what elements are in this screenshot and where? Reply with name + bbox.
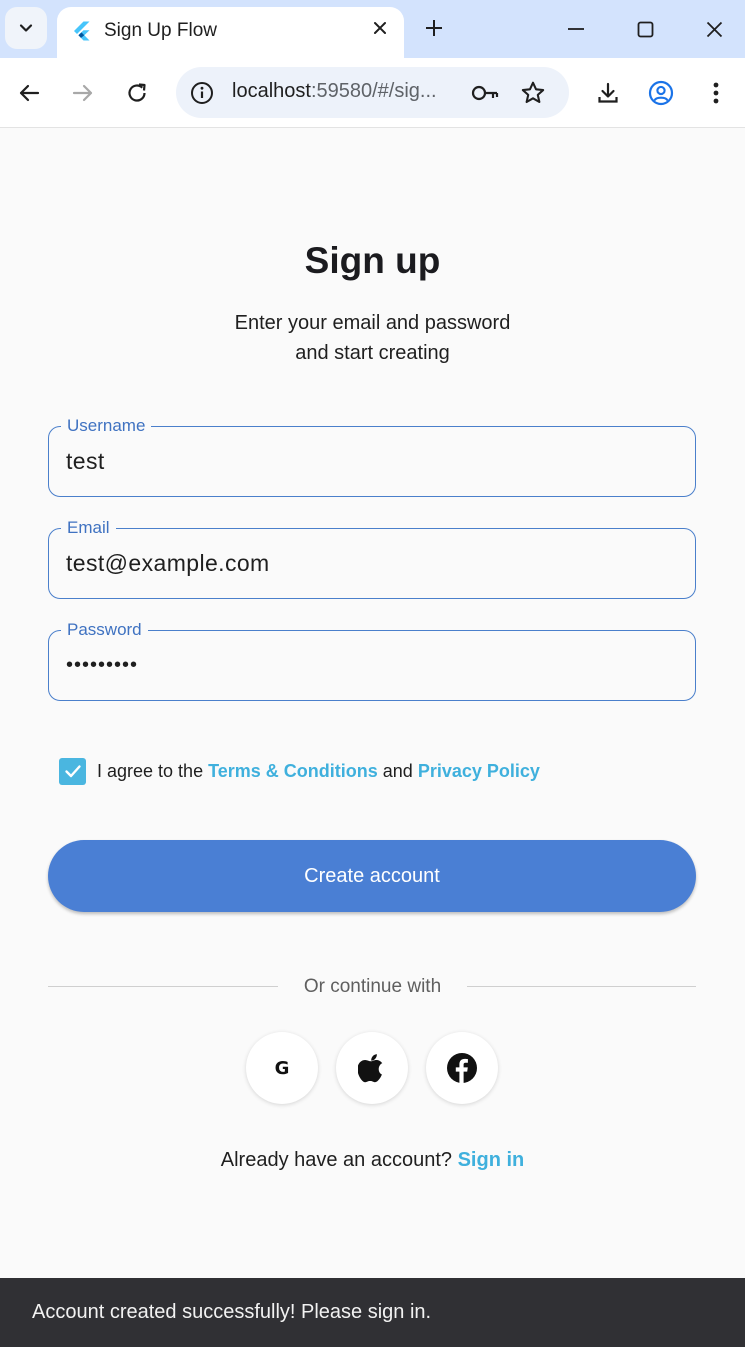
password-key-icon[interactable]: [470, 79, 500, 107]
site-info-icon[interactable]: [188, 79, 215, 106]
success-snackbar: Account created successfully! Please sig…: [0, 1278, 745, 1347]
tab-title: Sign Up Flow: [104, 20, 217, 41]
maximize-icon: [637, 21, 653, 37]
tab-search-button[interactable]: [5, 7, 47, 49]
maximize-window-button[interactable]: [628, 12, 662, 46]
download-icon: [598, 82, 618, 103]
new-tab-button[interactable]: [418, 12, 450, 44]
browser-tabstrip: Sign Up Flow: [0, 0, 745, 58]
username-field[interactable]: Username: [48, 415, 696, 497]
privacy-policy-link[interactable]: Privacy Policy: [418, 761, 540, 781]
facebook-icon: [447, 1053, 477, 1083]
create-account-button[interactable]: Create account: [48, 840, 696, 912]
agree-prefix: I agree to the: [97, 760, 209, 781]
apple-signin-button[interactable]: [336, 1032, 408, 1104]
close-window-button[interactable]: [697, 12, 731, 46]
arrow-right-icon: [72, 84, 93, 102]
downloads-button[interactable]: [590, 75, 626, 111]
address-bar[interactable]: localhost:59580/#/sig...: [176, 67, 569, 118]
close-icon: [706, 21, 722, 37]
minimize-window-button[interactable]: [559, 12, 593, 46]
email-input[interactable]: [66, 529, 676, 597]
google-signin-button[interactable]: G: [246, 1032, 318, 1104]
signin-link[interactable]: Sign in: [458, 1149, 525, 1171]
divider-right: [467, 986, 696, 987]
bookmark-star-icon[interactable]: [518, 78, 548, 108]
divider-text: Or continue with: [303, 976, 442, 997]
snackbar-message: Account created successfully! Please sig…: [32, 1301, 432, 1323]
browser-menu-button[interactable]: [698, 75, 734, 111]
terms-checkbox[interactable]: [59, 757, 86, 785]
reload-button[interactable]: [119, 75, 155, 111]
terms-agreement-row: I agree to the Terms & Conditions and Pr…: [59, 757, 540, 785]
signin-prompt-row: Already have an account? Sign in: [0, 1149, 745, 1172]
subtitle-line-2: and start creating: [295, 342, 450, 364]
signin-prompt-text: Already have an account?: [220, 1149, 458, 1171]
subtitle-line-1: Enter your email and password: [234, 312, 511, 334]
check-icon: [64, 765, 81, 778]
url-text[interactable]: localhost:59580/#/sig...: [232, 80, 437, 103]
terms-agreement-text: I agree to the Terms & Conditions and Pr…: [97, 761, 540, 782]
password-field[interactable]: Password: [48, 619, 696, 701]
back-button[interactable]: [11, 75, 47, 111]
close-tab-icon[interactable]: [369, 17, 391, 39]
chevron-down-icon: [19, 24, 33, 32]
facebook-signin-button[interactable]: [426, 1032, 498, 1104]
profile-button[interactable]: [643, 75, 679, 111]
terms-link[interactable]: Terms & Conditions: [208, 761, 378, 781]
username-input[interactable]: [66, 427, 676, 495]
password-input[interactable]: [66, 631, 676, 699]
page-title: Sign up: [304, 240, 441, 281]
browser-tab-active[interactable]: Sign Up Flow: [57, 7, 404, 58]
reload-icon: [128, 83, 146, 102]
divider-left: [48, 986, 278, 987]
page-subtitle: Enter your email and password and start …: [0, 308, 745, 368]
arrow-left-icon: [19, 84, 40, 102]
more-vert-icon: [713, 82, 719, 104]
google-icon: G: [274, 1057, 290, 1079]
flutter-favicon-icon: [74, 21, 90, 41]
url-path: :59580/#/sig...: [310, 80, 437, 102]
url-host: localhost: [232, 80, 311, 102]
email-field[interactable]: Email: [48, 517, 696, 599]
minimize-icon: [568, 28, 584, 30]
browser-toolbar: localhost:59580/#/sig...: [0, 58, 745, 128]
plus-icon: [426, 20, 442, 36]
forward-button[interactable]: [65, 75, 101, 111]
profile-icon: [648, 80, 674, 106]
apple-icon: [358, 1054, 383, 1083]
agree-and: and: [377, 760, 418, 781]
